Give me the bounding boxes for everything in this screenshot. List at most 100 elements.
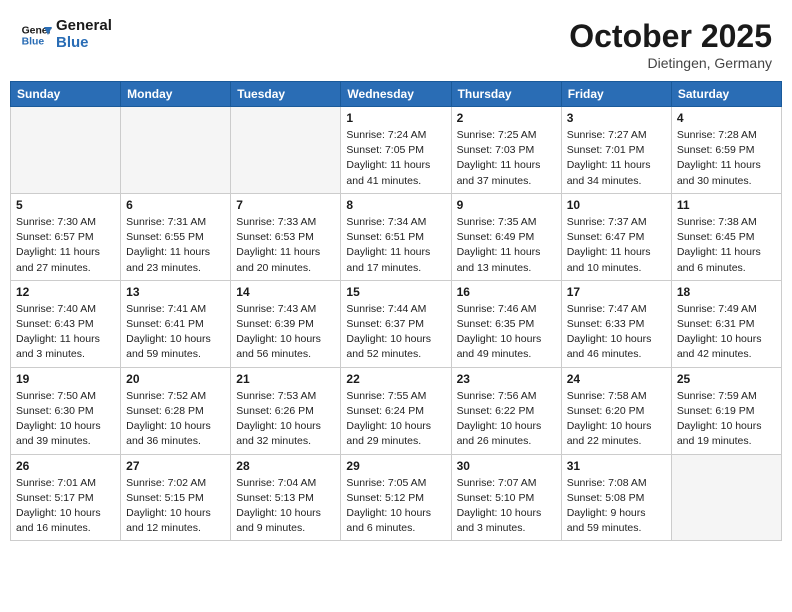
calendar-cell: 28 Sunrise: 7:04 AM Sunset: 5:13 PM Dayli… [231,454,341,541]
day-info: Sunrise: 7:50 AM Sunset: 6:30 PM Dayligh… [16,389,115,450]
day-number: 1 [346,111,445,125]
column-header-wednesday: Wednesday [341,82,451,107]
day-number: 2 [457,111,556,125]
day-info: Sunrise: 7:28 AM Sunset: 6:59 PM Dayligh… [677,128,776,189]
logo-icon: General Blue [20,19,52,51]
day-info: Sunrise: 7:55 AM Sunset: 6:24 PM Dayligh… [346,389,445,450]
column-header-sunday: Sunday [11,82,121,107]
calendar-cell: 9 Sunrise: 7:35 AM Sunset: 6:49 PM Daylig… [451,193,561,280]
calendar-cell [231,107,341,194]
day-number: 31 [567,459,666,473]
day-number: 23 [457,372,556,386]
day-number: 29 [346,459,445,473]
calendar-cell [121,107,231,194]
svg-text:Blue: Blue [22,36,45,47]
calendar-cell: 11 Sunrise: 7:38 AM Sunset: 6:45 PM Dayli… [671,193,781,280]
day-info: Sunrise: 7:38 AM Sunset: 6:45 PM Dayligh… [677,215,776,276]
column-header-monday: Monday [121,82,231,107]
calendar-cell: 12Sunrise: 7:40 AM Sunset: 6:43 PM Dayli… [11,280,121,367]
calendar-cell: 27 Sunrise: 7:02 AM Sunset: 5:15 PM Dayli… [121,454,231,541]
calendar-table: SundayMondayTuesdayWednesdayThursdayFrid… [10,81,782,541]
day-number: 5 [16,198,115,212]
day-number: 27 [126,459,225,473]
day-info: Sunrise: 7:46 AM Sunset: 6:35 PM Dayligh… [457,302,556,363]
day-number: 24 [567,372,666,386]
calendar-cell: 15 Sunrise: 7:44 AM Sunset: 6:37 PM Dayli… [341,280,451,367]
calendar-cell [11,107,121,194]
day-info: Sunrise: 7:04 AM Sunset: 5:13 PM Dayligh… [236,476,335,537]
day-info: Sunrise: 7:58 AM Sunset: 6:20 PM Dayligh… [567,389,666,450]
day-number: 26 [16,459,115,473]
calendar-cell: 17Sunrise: 7:47 AM Sunset: 6:33 PM Dayli… [561,280,671,367]
day-info: Sunrise: 7:44 AM Sunset: 6:37 PM Dayligh… [346,302,445,363]
week-row-4: 19 Sunrise: 7:50 AM Sunset: 6:30 PM Dayli… [11,367,782,454]
day-number: 16 [457,285,556,299]
day-number: 9 [457,198,556,212]
day-number: 19 [16,372,115,386]
day-info: Sunrise: 7:24 AM Sunset: 7:05 PM Dayligh… [346,128,445,189]
calendar-cell: 26 Sunrise: 7:01 AM Sunset: 5:17 PM Dayli… [11,454,121,541]
calendar-cell: 3 Sunrise: 7:27 AM Sunset: 7:01 PM Daylig… [561,107,671,194]
calendar-cell: 23 Sunrise: 7:56 AM Sunset: 6:22 PM Dayli… [451,367,561,454]
day-number: 22 [346,372,445,386]
day-number: 13 [126,285,225,299]
week-row-1: 1 Sunrise: 7:24 AM Sunset: 7:05 PM Daylig… [11,107,782,194]
day-info: Sunrise: 7:01 AM Sunset: 5:17 PM Dayligh… [16,476,115,537]
logo: General Blue General Blue [20,18,112,51]
calendar-cell: 30Sunrise: 7:07 AM Sunset: 5:10 PM Dayli… [451,454,561,541]
day-number: 11 [677,198,776,212]
calendar-cell: 10Sunrise: 7:37 AM Sunset: 6:47 PM Dayli… [561,193,671,280]
logo-general: General [56,18,112,35]
day-number: 14 [236,285,335,299]
day-info: Sunrise: 7:53 AM Sunset: 6:26 PM Dayligh… [236,389,335,450]
day-number: 15 [346,285,445,299]
calendar-cell: 13Sunrise: 7:41 AM Sunset: 6:41 PM Dayli… [121,280,231,367]
calendar-cell: 21Sunrise: 7:53 AM Sunset: 6:26 PM Dayli… [231,367,341,454]
calendar-cell: 4Sunrise: 7:28 AM Sunset: 6:59 PM Daylig… [671,107,781,194]
day-number: 7 [236,198,335,212]
day-info: Sunrise: 7:49 AM Sunset: 6:31 PM Dayligh… [677,302,776,363]
column-header-tuesday: Tuesday [231,82,341,107]
calendar-cell: 14 Sunrise: 7:43 AM Sunset: 6:39 PM Dayli… [231,280,341,367]
day-info: Sunrise: 7:34 AM Sunset: 6:51 PM Dayligh… [346,215,445,276]
page-header: General Blue General Blue October 2025 D… [10,10,782,75]
day-number: 17 [567,285,666,299]
calendar-cell: 31 Sunrise: 7:08 AM Sunset: 5:08 PM Dayli… [561,454,671,541]
column-header-saturday: Saturday [671,82,781,107]
calendar-cell: 6 Sunrise: 7:31 AM Sunset: 6:55 PM Daylig… [121,193,231,280]
calendar-cell: 1 Sunrise: 7:24 AM Sunset: 7:05 PM Daylig… [341,107,451,194]
calendar-cell: 16 Sunrise: 7:46 AM Sunset: 6:35 PM Dayli… [451,280,561,367]
day-info: Sunrise: 7:27 AM Sunset: 7:01 PM Dayligh… [567,128,666,189]
day-info: Sunrise: 7:07 AM Sunset: 5:10 PM Dayligh… [457,476,556,537]
day-info: Sunrise: 7:40 AM Sunset: 6:43 PM Dayligh… [16,302,115,363]
calendar-header-row: SundayMondayTuesdayWednesdayThursdayFrid… [11,82,782,107]
day-number: 28 [236,459,335,473]
calendar-cell: 2Sunrise: 7:25 AM Sunset: 7:03 PM Daylig… [451,107,561,194]
day-info: Sunrise: 7:59 AM Sunset: 6:19 PM Dayligh… [677,389,776,450]
calendar-cell: 24 Sunrise: 7:58 AM Sunset: 6:20 PM Dayli… [561,367,671,454]
calendar-cell: 25 Sunrise: 7:59 AM Sunset: 6:19 PM Dayli… [671,367,781,454]
month-title: October 2025 [569,18,772,55]
week-row-2: 5 Sunrise: 7:30 AM Sunset: 6:57 PM Daylig… [11,193,782,280]
week-row-5: 26 Sunrise: 7:01 AM Sunset: 5:17 PM Dayli… [11,454,782,541]
calendar-cell: 29Sunrise: 7:05 AM Sunset: 5:12 PM Dayli… [341,454,451,541]
calendar-cell: 7 Sunrise: 7:33 AM Sunset: 6:53 PM Daylig… [231,193,341,280]
day-info: Sunrise: 7:30 AM Sunset: 6:57 PM Dayligh… [16,215,115,276]
day-info: Sunrise: 7:43 AM Sunset: 6:39 PM Dayligh… [236,302,335,363]
day-info: Sunrise: 7:08 AM Sunset: 5:08 PM Dayligh… [567,476,666,537]
calendar-cell: 8 Sunrise: 7:34 AM Sunset: 6:51 PM Daylig… [341,193,451,280]
day-info: Sunrise: 7:37 AM Sunset: 6:47 PM Dayligh… [567,215,666,276]
day-info: Sunrise: 7:31 AM Sunset: 6:55 PM Dayligh… [126,215,225,276]
day-number: 25 [677,372,776,386]
day-number: 20 [126,372,225,386]
day-info: Sunrise: 7:33 AM Sunset: 6:53 PM Dayligh… [236,215,335,276]
day-info: Sunrise: 7:52 AM Sunset: 6:28 PM Dayligh… [126,389,225,450]
day-number: 6 [126,198,225,212]
day-info: Sunrise: 7:02 AM Sunset: 5:15 PM Dayligh… [126,476,225,537]
day-number: 8 [346,198,445,212]
day-info: Sunrise: 7:56 AM Sunset: 6:22 PM Dayligh… [457,389,556,450]
day-info: Sunrise: 7:35 AM Sunset: 6:49 PM Dayligh… [457,215,556,276]
week-row-3: 12Sunrise: 7:40 AM Sunset: 6:43 PM Dayli… [11,280,782,367]
logo-blue: Blue [56,35,112,52]
day-number: 3 [567,111,666,125]
